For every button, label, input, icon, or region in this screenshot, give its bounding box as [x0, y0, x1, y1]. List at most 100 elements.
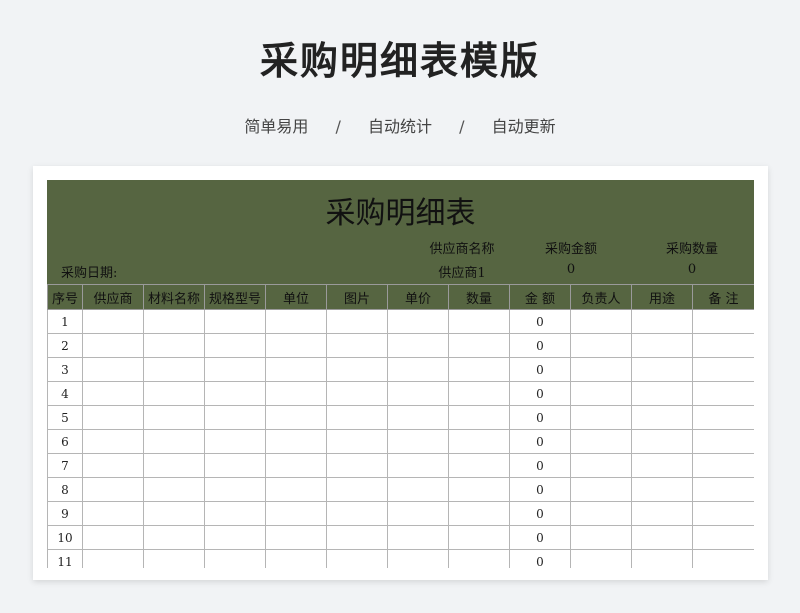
cell-quantity[interactable]: [448, 333, 510, 358]
col-header-unit-price[interactable]: 单价: [387, 284, 449, 310]
col-header-amount[interactable]: 金 额: [509, 284, 571, 310]
cell-unit[interactable]: [265, 309, 327, 334]
cell-amount[interactable]: 0: [509, 453, 571, 478]
cell-amount[interactable]: 0: [509, 405, 571, 430]
cell-notes[interactable]: [692, 381, 754, 406]
cell-unit-price[interactable]: [387, 357, 449, 382]
cell-spec[interactable]: [204, 549, 266, 568]
cell-supplier[interactable]: [82, 549, 144, 568]
cell-quantity[interactable]: [448, 357, 510, 382]
cell-amount[interactable]: 0: [509, 477, 571, 502]
cell-image[interactable]: [326, 477, 388, 502]
cell-amount[interactable]: 0: [509, 501, 571, 526]
cell-amount[interactable]: 0: [509, 429, 571, 454]
col-header-unit[interactable]: 单位: [265, 284, 327, 310]
cell-unit[interactable]: [265, 429, 327, 454]
cell-index[interactable]: 3: [47, 357, 83, 382]
cell-notes[interactable]: [692, 525, 754, 550]
cell-material[interactable]: [143, 453, 205, 478]
col-header-material[interactable]: 材料名称: [143, 284, 205, 310]
cell-index[interactable]: 4: [47, 381, 83, 406]
cell-purpose[interactable]: [631, 381, 693, 406]
cell-unit[interactable]: [265, 405, 327, 430]
cell-notes[interactable]: [692, 309, 754, 334]
cell-owner[interactable]: [570, 549, 632, 568]
cell-index[interactable]: 1: [47, 309, 83, 334]
cell-index[interactable]: 7: [47, 453, 83, 478]
cell-image[interactable]: [326, 525, 388, 550]
cell-spec[interactable]: [204, 381, 266, 406]
cell-material[interactable]: [143, 405, 205, 430]
cell-purpose[interactable]: [631, 477, 693, 502]
col-header-spec[interactable]: 规格型号: [204, 284, 266, 310]
cell-unit-price[interactable]: [387, 525, 449, 550]
cell-unit-price[interactable]: [387, 405, 449, 430]
cell-notes[interactable]: [692, 453, 754, 478]
cell-notes[interactable]: [692, 549, 754, 568]
col-header-owner[interactable]: 负责人: [570, 284, 632, 310]
cell-quantity[interactable]: [448, 309, 510, 334]
supplier-name-value[interactable]: 供应商1: [402, 262, 522, 281]
cell-index[interactable]: 11: [47, 549, 83, 568]
cell-image[interactable]: [326, 309, 388, 334]
cell-image[interactable]: [326, 381, 388, 406]
cell-quantity[interactable]: [448, 501, 510, 526]
cell-supplier[interactable]: [82, 525, 144, 550]
cell-spec[interactable]: [204, 405, 266, 430]
col-header-quantity[interactable]: 数量: [448, 284, 510, 310]
cell-quantity[interactable]: [448, 429, 510, 454]
cell-unit-price[interactable]: [387, 381, 449, 406]
cell-supplier[interactable]: [82, 333, 144, 358]
cell-supplier[interactable]: [82, 381, 144, 406]
cell-purpose[interactable]: [631, 357, 693, 382]
cell-image[interactable]: [326, 405, 388, 430]
col-header-index[interactable]: 序号: [47, 284, 83, 310]
cell-image[interactable]: [326, 429, 388, 454]
cell-notes[interactable]: [692, 429, 754, 454]
cell-purpose[interactable]: [631, 405, 693, 430]
cell-quantity[interactable]: [448, 405, 510, 430]
cell-spec[interactable]: [204, 429, 266, 454]
cell-owner[interactable]: [570, 477, 632, 502]
cell-unit-price[interactable]: [387, 453, 449, 478]
cell-supplier[interactable]: [82, 405, 144, 430]
cell-material[interactable]: [143, 525, 205, 550]
cell-notes[interactable]: [692, 405, 754, 430]
cell-amount[interactable]: 0: [509, 381, 571, 406]
cell-notes[interactable]: [692, 501, 754, 526]
col-header-image[interactable]: 图片: [326, 284, 388, 310]
cell-unit-price[interactable]: [387, 549, 449, 568]
cell-owner[interactable]: [570, 453, 632, 478]
cell-material[interactable]: [143, 549, 205, 568]
cell-image[interactable]: [326, 549, 388, 568]
col-header-notes[interactable]: 备 注: [692, 284, 754, 310]
cell-spec[interactable]: [204, 309, 266, 334]
cell-quantity[interactable]: [448, 453, 510, 478]
col-header-supplier[interactable]: 供应商: [82, 284, 144, 310]
cell-spec[interactable]: [204, 357, 266, 382]
cell-unit-price[interactable]: [387, 309, 449, 334]
cell-image[interactable]: [326, 501, 388, 526]
cell-material[interactable]: [143, 357, 205, 382]
cell-purpose[interactable]: [631, 429, 693, 454]
cell-notes[interactable]: [692, 357, 754, 382]
cell-spec[interactable]: [204, 333, 266, 358]
cell-purpose[interactable]: [631, 549, 693, 568]
cell-unit[interactable]: [265, 453, 327, 478]
cell-material[interactable]: [143, 381, 205, 406]
cell-index[interactable]: 2: [47, 333, 83, 358]
cell-unit[interactable]: [265, 525, 327, 550]
cell-image[interactable]: [326, 333, 388, 358]
cell-unit-price[interactable]: [387, 429, 449, 454]
cell-purpose[interactable]: [631, 333, 693, 358]
cell-material[interactable]: [143, 501, 205, 526]
cell-owner[interactable]: [570, 429, 632, 454]
cell-purpose[interactable]: [631, 501, 693, 526]
cell-unit[interactable]: [265, 501, 327, 526]
cell-material[interactable]: [143, 309, 205, 334]
cell-supplier[interactable]: [82, 453, 144, 478]
cell-index[interactable]: 8: [47, 477, 83, 502]
cell-owner[interactable]: [570, 525, 632, 550]
cell-spec[interactable]: [204, 525, 266, 550]
cell-image[interactable]: [326, 453, 388, 478]
